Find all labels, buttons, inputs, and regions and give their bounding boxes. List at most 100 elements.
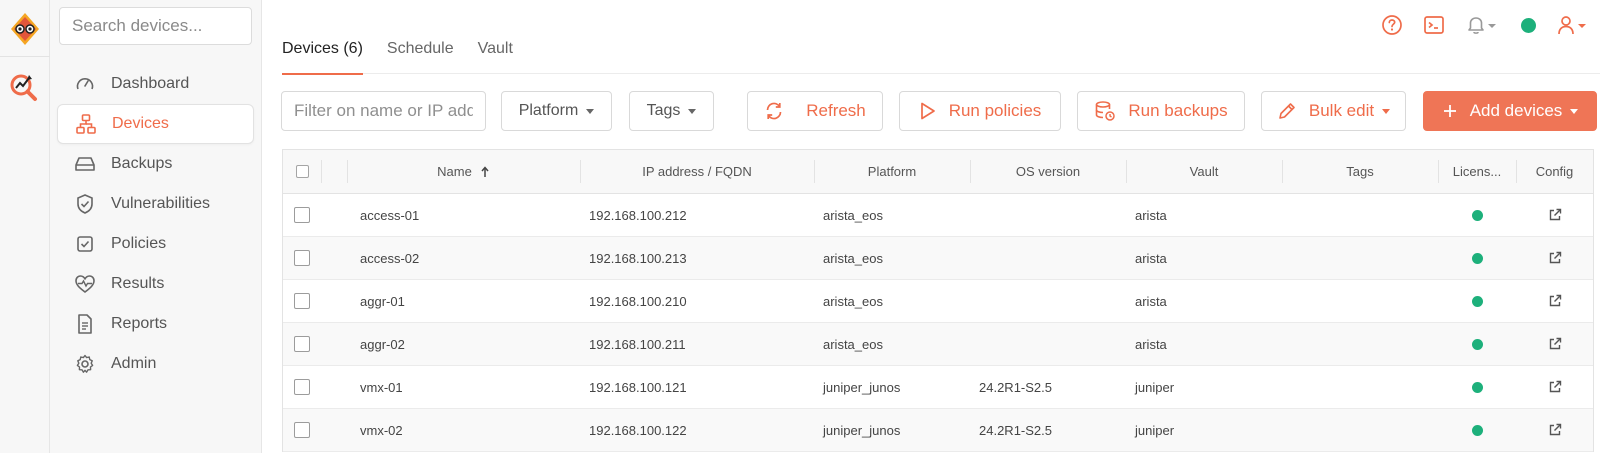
- row-checkbox[interactable]: [294, 336, 310, 352]
- column-header-license[interactable]: Licens...: [1438, 150, 1516, 193]
- network-icon: [74, 112, 98, 136]
- row-select-cell: [283, 422, 321, 438]
- column-header-os-version[interactable]: OS version: [970, 150, 1126, 193]
- sidebar-item-backups[interactable]: Backups: [57, 144, 254, 184]
- chevron-down-icon: [586, 108, 595, 114]
- device-name-cell: aggr-02: [360, 336, 405, 352]
- gear-icon: [73, 352, 97, 376]
- bulk-edit-button[interactable]: Bulk edit: [1261, 91, 1406, 131]
- tags-dropdown[interactable]: Tags: [629, 91, 714, 131]
- refresh-button[interactable]: Refresh: [747, 91, 883, 131]
- table-row[interactable]: vmx-01 192.168.100.121 juniper_junos 24.…: [283, 366, 1593, 409]
- tab-devices[interactable]: Devices (6): [282, 32, 363, 75]
- row-checkbox[interactable]: [294, 379, 310, 395]
- external-link-icon[interactable]: [1548, 380, 1562, 394]
- column-header-tags[interactable]: Tags: [1282, 150, 1438, 193]
- column-header-config[interactable]: Config: [1516, 150, 1593, 193]
- column-header-vault[interactable]: Vault: [1126, 150, 1282, 193]
- external-link-icon[interactable]: [1548, 294, 1562, 308]
- vault-cell: juniper: [1135, 379, 1175, 395]
- external-link-icon[interactable]: [1548, 423, 1562, 437]
- connection-status-dot: [1521, 17, 1536, 33]
- ip-address-cell: 192.168.100.121: [589, 379, 687, 395]
- sidebar-item-label: Backups: [111, 155, 173, 172]
- table-row[interactable]: access-02 192.168.100.213 arista_eos ari…: [283, 237, 1593, 280]
- row-checkbox[interactable]: [294, 250, 310, 266]
- row-select-cell: [283, 379, 321, 395]
- column-header-platform[interactable]: Platform: [814, 150, 970, 193]
- sidebar-item-label: Vulnerabilities: [111, 195, 211, 212]
- table-body: access-01 192.168.100.212 arista_eos ari…: [283, 194, 1593, 452]
- play-icon: [919, 101, 937, 121]
- run-backups-button[interactable]: Run backups: [1077, 91, 1245, 131]
- chevron-down-icon: [1570, 108, 1579, 114]
- sidebar-item-label: Admin: [111, 355, 157, 372]
- analytics-icon[interactable]: [6, 70, 42, 106]
- database-sync-icon: [1094, 100, 1116, 122]
- table-row[interactable]: aggr-02 192.168.100.211 arista_eos arist…: [283, 323, 1593, 366]
- row-select-cell: [283, 250, 321, 266]
- license-cell: [1438, 209, 1516, 221]
- sidebar-item-dashboard[interactable]: Dashboard: [57, 64, 254, 104]
- config-cell: [1516, 380, 1593, 394]
- license-cell: [1438, 338, 1516, 350]
- rail-divider: [0, 56, 50, 57]
- platform-cell: arista_eos: [823, 293, 883, 309]
- run-policies-button[interactable]: Run policies: [899, 91, 1061, 131]
- platform-dropdown-label: Platform: [518, 102, 579, 119]
- table-row[interactable]: aggr-01 192.168.100.210 arista_eos arist…: [283, 280, 1593, 323]
- search-input[interactable]: [59, 7, 252, 45]
- devices-table: Name IP address / FQDN Platform OS versi…: [282, 149, 1594, 452]
- table-row[interactable]: vmx-02 192.168.100.122 juniper_junos 24.…: [283, 409, 1593, 452]
- config-cell: [1516, 251, 1593, 265]
- ip-address-cell: 192.168.100.122: [589, 422, 687, 438]
- config-cell: [1516, 423, 1593, 437]
- config-cell: [1516, 337, 1593, 351]
- vault-cell: juniper: [1135, 422, 1175, 438]
- add-devices-button[interactable]: Add devices: [1423, 91, 1597, 131]
- row-checkbox[interactable]: [294, 422, 310, 438]
- select-all-checkbox[interactable]: [295, 165, 309, 178]
- license-status-dot: [1471, 252, 1483, 264]
- plus-icon: [1442, 103, 1458, 119]
- logo-icon[interactable]: [6, 10, 44, 48]
- sidebar-item-vulnerabilities[interactable]: Vulnerabilities: [57, 184, 254, 224]
- external-link-icon[interactable]: [1548, 337, 1562, 351]
- row-checkbox[interactable]: [294, 293, 310, 309]
- chevron-down-icon: [688, 108, 697, 114]
- sidebar-item-label: Reports: [111, 315, 168, 332]
- device-name-cell: access-01: [360, 207, 420, 223]
- sidebar-item-reports[interactable]: Reports: [57, 304, 254, 344]
- tab-schedule[interactable]: Schedule: [387, 32, 454, 74]
- column-header-name[interactable]: Name: [347, 150, 580, 193]
- license-cell: [1438, 295, 1516, 307]
- platform-dropdown[interactable]: Platform: [501, 91, 612, 131]
- platform-cell: arista_eos: [823, 207, 883, 223]
- config-cell: [1516, 294, 1593, 308]
- tab-bar: Devices (6) Schedule Vault: [282, 32, 1600, 75]
- license-cell: [1438, 252, 1516, 264]
- hard-drive-icon: [73, 152, 97, 176]
- sidebar-item-label: Devices: [112, 115, 169, 132]
- run-backups-button-label: Run backups: [1128, 101, 1228, 120]
- table-row[interactable]: access-01 192.168.100.212 arista_eos ari…: [283, 194, 1593, 237]
- row-select-cell: [283, 336, 321, 352]
- external-link-icon[interactable]: [1548, 251, 1562, 265]
- platform-cell: arista_eos: [823, 250, 883, 266]
- tab-vault[interactable]: Vault: [478, 32, 513, 74]
- spacer-header: [321, 150, 347, 193]
- external-link-icon[interactable]: [1548, 208, 1562, 222]
- row-checkbox[interactable]: [294, 207, 310, 223]
- table-header: Name IP address / FQDN Platform OS versi…: [283, 150, 1593, 194]
- select-all-cell: [283, 150, 321, 193]
- sidebar-item-devices[interactable]: Devices: [57, 104, 254, 144]
- sidebar-item-admin[interactable]: Admin: [57, 344, 254, 384]
- filter-input[interactable]: [281, 91, 486, 131]
- sidebar-item-policies[interactable]: Policies: [57, 224, 254, 264]
- row-select-cell: [283, 207, 321, 223]
- license-status-dot: [1471, 338, 1483, 350]
- license-status-dot: [1471, 424, 1483, 436]
- sidebar-item-results[interactable]: Results: [57, 264, 254, 304]
- column-header-ip[interactable]: IP address / FQDN: [580, 150, 814, 193]
- vault-cell: arista: [1135, 336, 1167, 352]
